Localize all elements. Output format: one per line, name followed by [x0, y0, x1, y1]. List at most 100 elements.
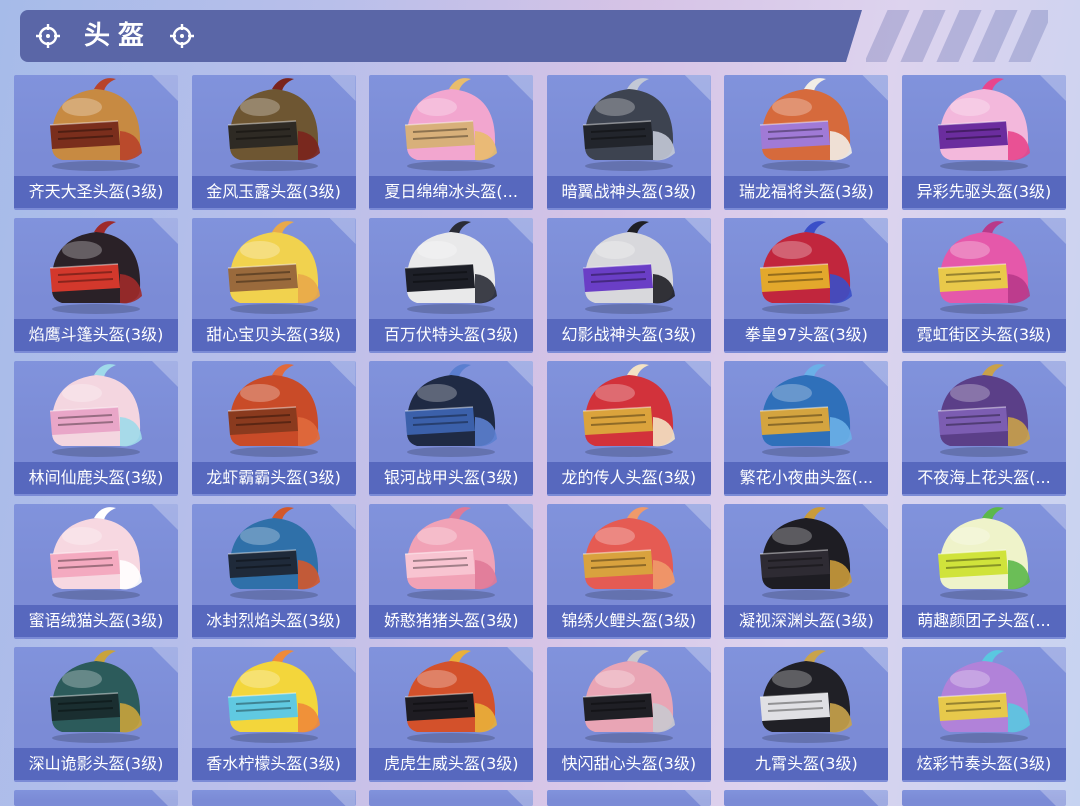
- helmet-card[interactable]: 九霄头盔(3级): [724, 647, 889, 782]
- helmet-name: 夏日绵绵冰头盔(...: [369, 176, 534, 208]
- card-corner-fold: [1039, 790, 1066, 806]
- helmet-icon: [582, 507, 675, 600]
- helmet-name: 虎虎生威头盔(3级): [369, 748, 534, 780]
- helmet-card[interactable]: 繁花小夜曲头盔(...: [724, 361, 889, 496]
- helmet-name: 萌趣颜团子头盔(...: [901, 605, 1066, 637]
- helmet-icon: [405, 221, 498, 314]
- helmet-card[interactable]: 锦绣火鲤头盔(3级): [546, 504, 711, 639]
- helmet-card[interactable]: 异彩先驱头盔(3级): [901, 75, 1066, 210]
- helmet-card[interactable]: 龙的传人头盔(3级): [546, 361, 711, 496]
- card-corner-fold: [862, 790, 889, 806]
- section-title: 头盔: [84, 21, 153, 51]
- helmet-icon: [227, 78, 320, 171]
- helmet-name: 快闪甜心头盔(3级): [546, 748, 711, 780]
- helmet-icon: [582, 650, 675, 743]
- helmet-icon: [49, 507, 142, 600]
- helmet-card[interactable]: 焰鹰斗篷头盔(3级): [14, 218, 178, 353]
- helmet-card[interactable]: 甜心宝贝头盔(3级): [191, 218, 356, 353]
- helmet-name: 林间仙鹿头盔(3级): [14, 462, 178, 494]
- helmet-card[interactable]: [901, 790, 1066, 806]
- helmet-icon: [49, 364, 142, 457]
- helmet-icon: [760, 507, 853, 600]
- helmet-icon: [227, 507, 320, 600]
- helmet-name: 凝视深渊头盔(3级): [724, 605, 889, 637]
- helmet-card[interactable]: [369, 790, 534, 806]
- helmet-icon: [760, 650, 853, 743]
- helmet-card[interactable]: 暗翼战神头盔(3级): [546, 75, 711, 210]
- helmet-card[interactable]: 凝视深渊头盔(3级): [724, 504, 889, 639]
- helmet-icon: [49, 650, 142, 743]
- helmet-card[interactable]: 金风玉露头盔(3级): [191, 75, 356, 210]
- helmet-card[interactable]: 快闪甜心头盔(3级): [546, 647, 711, 782]
- helmet-icon: [937, 221, 1030, 314]
- helmet-card[interactable]: 香水柠檬头盔(3级): [191, 647, 356, 782]
- helmet-name: 齐天大圣头盔(3级): [14, 176, 178, 208]
- helmet-card[interactable]: 夏日绵绵冰头盔(...: [369, 75, 534, 210]
- helmet-name: 甜心宝贝头盔(3级): [191, 319, 356, 351]
- helmet-icon: [227, 650, 320, 743]
- helmet-icon: [760, 78, 853, 171]
- helmet-icon: [760, 221, 853, 314]
- helmet-card[interactable]: 齐天大圣头盔(3级): [14, 75, 178, 210]
- helmet-name: 蜜语绒猫头盔(3级): [14, 605, 178, 637]
- helmet-icon: [227, 364, 320, 457]
- helmet-card[interactable]: 深山诡影头盔(3级): [14, 647, 178, 782]
- helmet-card[interactable]: [14, 790, 178, 806]
- helmet-name: 幻影战神头盔(3级): [546, 319, 711, 351]
- helmet-name: 锦绣火鲤头盔(3级): [546, 605, 711, 637]
- helmet-name: 香水柠檬头盔(3级): [191, 748, 356, 780]
- helmet-icon: [937, 364, 1030, 457]
- helmet-name: 龙虾霸霸头盔(3级): [191, 462, 356, 494]
- helmet-name: 深山诡影头盔(3级): [14, 748, 178, 780]
- helmet-icon: [49, 221, 142, 314]
- helmet-card[interactable]: 银河战甲头盔(3级): [369, 361, 534, 496]
- helmet-name: 金风玉露头盔(3级): [191, 176, 356, 208]
- helmet-name: 繁花小夜曲头盔(...: [724, 462, 889, 494]
- helmet-name: 百万伏特头盔(3级): [369, 319, 534, 351]
- helmet-card[interactable]: 蜜语绒猫头盔(3级): [14, 504, 178, 639]
- crosshair-icon: [35, 23, 61, 49]
- helmet-card[interactable]: [546, 790, 711, 806]
- helmet-card[interactable]: 瑞龙福将头盔(3级): [724, 75, 889, 210]
- helmet-name: 龙的传人头盔(3级): [546, 462, 711, 494]
- helmet-icon: [49, 78, 142, 171]
- card-corner-fold: [507, 790, 534, 806]
- helmet-icon: [227, 221, 320, 314]
- helmet-card[interactable]: 娇憨猪猪头盔(3级): [369, 504, 534, 639]
- helmet-card[interactable]: 霓虹街区头盔(3级): [901, 218, 1066, 353]
- helmet-name: 异彩先驱头盔(3级): [901, 176, 1066, 208]
- helmet-card[interactable]: [191, 790, 356, 806]
- helmet-card[interactable]: 冰封烈焰头盔(3级): [191, 504, 356, 639]
- helmet-card[interactable]: 炫彩节奏头盔(3级): [901, 647, 1066, 782]
- helmet-name: 拳皇97头盔(3级): [724, 319, 889, 351]
- helmet-icon: [405, 364, 498, 457]
- helmet-icon: [760, 364, 853, 457]
- crosshair-icon: [169, 23, 195, 49]
- helmet-card[interactable]: 林间仙鹿头盔(3级): [14, 361, 178, 496]
- helmet-card[interactable]: 不夜海上花头盔(...: [901, 361, 1066, 496]
- helmet-name: 炫彩节奏头盔(3级): [901, 748, 1066, 780]
- helmet-icon: [582, 78, 675, 171]
- helmet-card[interactable]: 虎虎生威头盔(3级): [369, 647, 534, 782]
- helmet-icon: [582, 221, 675, 314]
- helmet-icon: [937, 78, 1030, 171]
- helmet-icon: [582, 364, 675, 457]
- helmet-card[interactable]: 百万伏特头盔(3级): [369, 218, 534, 353]
- helmet-name: 瑞龙福将头盔(3级): [724, 176, 889, 208]
- helmet-name: 不夜海上花头盔(...: [901, 462, 1066, 494]
- helmet-card[interactable]: 拳皇97头盔(3级): [724, 218, 889, 353]
- helmet-name: 冰封烈焰头盔(3级): [191, 605, 356, 637]
- helmet-icon: [405, 78, 498, 171]
- helmet-icon: [405, 650, 498, 743]
- helmet-name: 暗翼战神头盔(3级): [546, 176, 711, 208]
- helmet-card[interactable]: 萌趣颜团子头盔(...: [901, 504, 1066, 639]
- helmet-name: 焰鹰斗篷头盔(3级): [14, 319, 178, 351]
- helmet-card[interactable]: 幻影战神头盔(3级): [546, 218, 711, 353]
- helmet-icon: [405, 507, 498, 600]
- helmet-card[interactable]: [724, 790, 889, 806]
- helmet-card[interactable]: 龙虾霸霸头盔(3级): [191, 361, 356, 496]
- card-corner-fold: [152, 790, 178, 806]
- helmet-name: 九霄头盔(3级): [724, 748, 889, 780]
- helmet-name: 霓虹街区头盔(3级): [901, 319, 1066, 351]
- helmet-grid: 齐天大圣头盔(3级) 金风玉露头盔(3级) 夏日绵绵冰头盔(... 暗翼战神头盔(3级…: [14, 75, 1066, 806]
